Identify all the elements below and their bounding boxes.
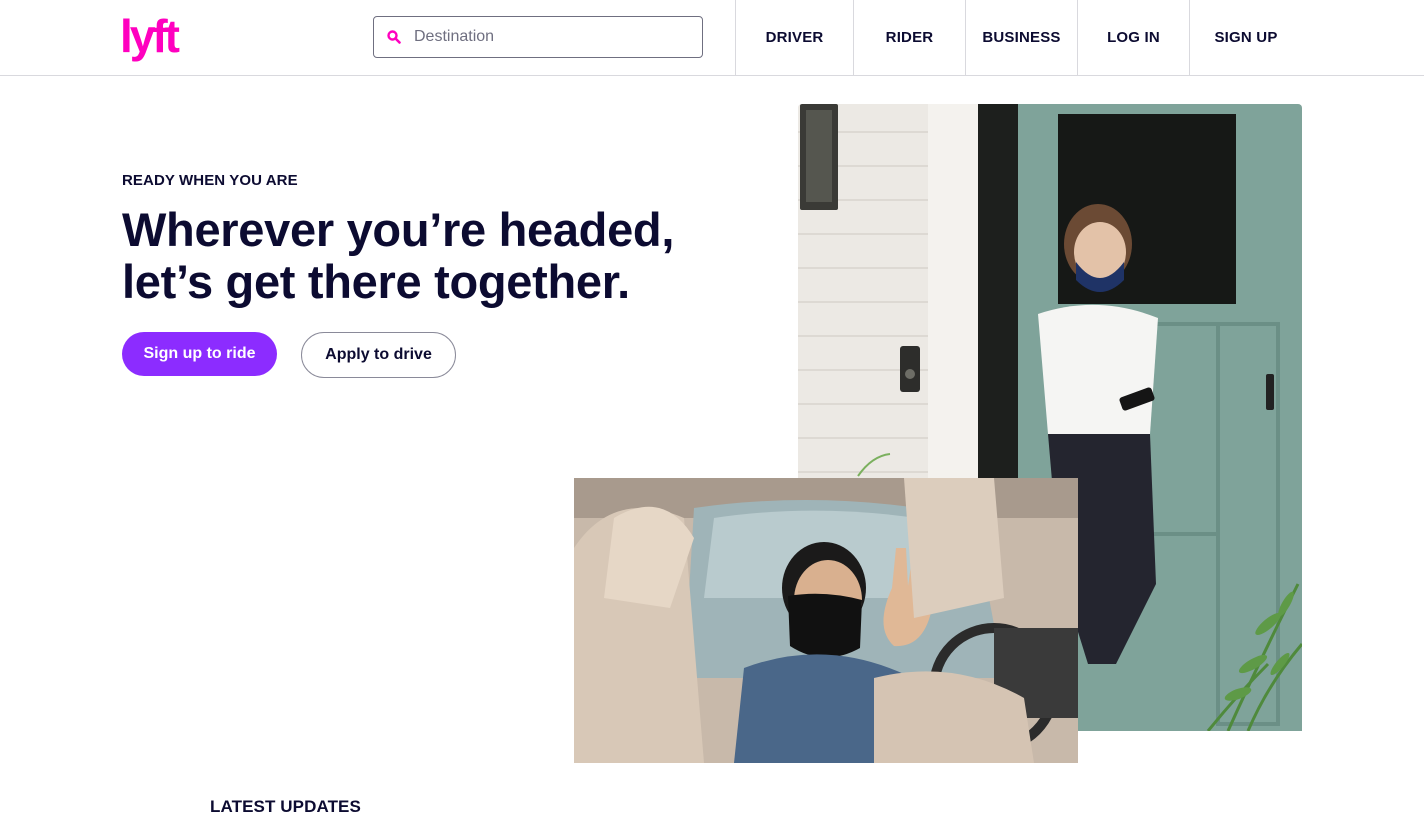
svg-text:lyft: lyft — [120, 12, 180, 62]
nav-sign-up[interactable]: SIGN UP — [1189, 0, 1302, 75]
driver-waving-photo — [574, 478, 1078, 763]
search-icon — [374, 30, 414, 44]
main-nav: DRIVER RIDER BUSINESS LOG IN SIGN UP — [735, 0, 1302, 75]
headline-line-1: Wherever you’re headed, — [122, 203, 675, 256]
nav-business[interactable]: BUSINESS — [965, 0, 1077, 75]
sign-up-to-ride-button[interactable]: Sign up to ride — [122, 332, 277, 376]
nav-rider[interactable]: RIDER — [853, 0, 965, 75]
hero-headline: Wherever you’re headed, let’s get there … — [122, 204, 722, 308]
destination-input[interactable] — [414, 18, 684, 56]
site-header: lyft DRIVER RIDER BUSINESS LOG IN SIGN U… — [0, 0, 1424, 76]
apply-to-drive-button[interactable]: Apply to drive — [301, 332, 456, 378]
latest-updates-heading: LATEST UPDATES — [210, 797, 361, 816]
nav-log-in[interactable]: LOG IN — [1077, 0, 1189, 75]
headline-line-2: let’s get there together. — [122, 255, 630, 308]
hero-eyebrow: READY WHEN YOU ARE — [122, 172, 298, 189]
destination-search[interactable] — [373, 16, 703, 58]
lyft-logo[interactable]: lyft — [118, 12, 186, 62]
nav-driver[interactable]: DRIVER — [735, 0, 853, 75]
